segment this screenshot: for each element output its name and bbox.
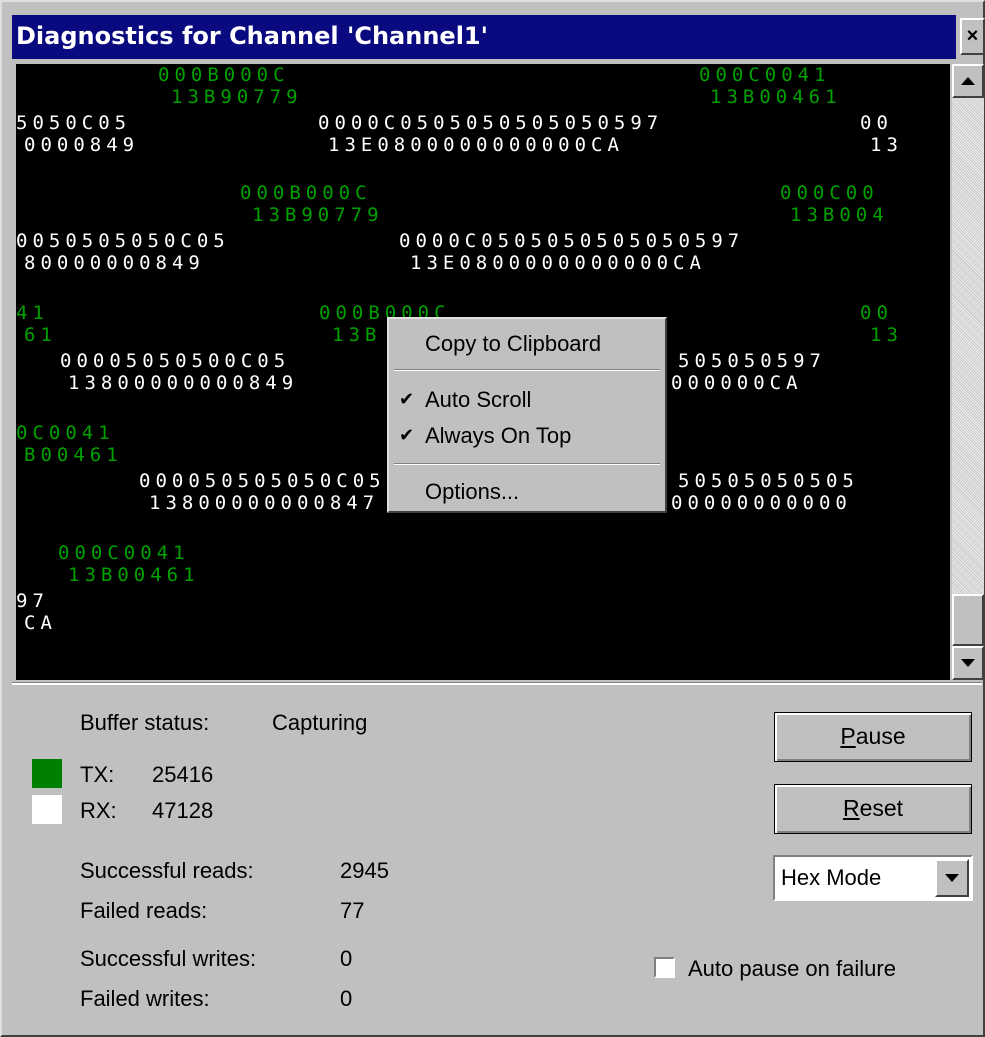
tx-line: 000B000C (240, 182, 372, 204)
menu-separator (394, 369, 660, 371)
rx-line: 13800000000847 (149, 492, 380, 514)
tx-line: 13B00461 (710, 86, 842, 108)
rx-line: 80000000849 (24, 252, 205, 274)
rx-line: 505050597 (678, 350, 826, 372)
rx-line: 97 (16, 590, 49, 612)
failed-writes-value: 0 (340, 986, 353, 1011)
auto-pause-label[interactable]: Auto pause on failure (688, 956, 896, 982)
buffer-status-value: Capturing (272, 710, 368, 735)
tx-line: 0C0041 (16, 422, 115, 444)
pause-accel: P (840, 723, 856, 749)
display-mode-select[interactable]: Hex Mode (773, 855, 973, 901)
rx-line: 13E0800000000000CA (328, 134, 624, 156)
tx-line: 61 (24, 324, 57, 346)
menu-item-auto-scroll[interactable]: Auto Scroll (425, 387, 531, 413)
tx-line: 13B (332, 324, 382, 346)
menu-separator (394, 463, 660, 465)
tx-line: 000C00 (780, 182, 879, 204)
rx-line: 13800000000849 (68, 372, 299, 394)
tx-line: 13B90779 (171, 86, 303, 108)
menu-item-options[interactable]: Options... (425, 479, 519, 505)
window-title: Diagnostics for Channel 'Channel1' (16, 22, 488, 50)
display-mode-value: Hex Mode (781, 865, 882, 890)
rx-line: 0050505050C05 (16, 230, 230, 252)
title-bar[interactable]: Diagnostics for Channel 'Channel1' (12, 15, 956, 59)
tx-line: 13B00461 (68, 564, 200, 586)
panel-divider (12, 682, 982, 685)
buffer-status-label: Buffer status: (80, 710, 210, 735)
rx-line: 0000C0505050505050597 (318, 112, 664, 134)
scroll-thumb[interactable] (952, 594, 984, 646)
tx-count: 25416 (152, 762, 214, 787)
reset-label: eset (859, 795, 904, 821)
tx-label: TX: (80, 762, 115, 787)
vertical-scrollbar[interactable] (952, 64, 984, 680)
successful-writes-label: Successful writes: (80, 946, 257, 971)
rx-line: 0000C0505050505050597 (399, 230, 745, 252)
rx-line: 13E0800000000000CA (410, 252, 706, 274)
dropdown-button[interactable] (935, 859, 969, 897)
scroll-down-button[interactable] (952, 646, 984, 680)
check-icon: ✔ (399, 425, 415, 445)
scroll-up-button[interactable] (952, 64, 984, 98)
failed-reads-value: 77 (340, 898, 365, 923)
menu-item-copy-to-clipboard[interactable]: Copy to Clipboard (425, 331, 601, 357)
rx-line: 00000000000 (671, 492, 852, 514)
rx-label: RX: (80, 798, 117, 823)
tx-line: 000C0041 (699, 64, 831, 86)
reset-accel: R (842, 795, 860, 821)
arrow-up-icon (961, 77, 975, 85)
tx-line: 13B90779 (252, 204, 384, 226)
menu-item-always-on-top[interactable]: Always On Top (425, 423, 571, 449)
rx-line: 000000CA (671, 372, 803, 394)
reset-button[interactable]: Reset (774, 784, 972, 834)
context-menu: Copy to Clipboard ✔ Auto Scroll ✔ Always… (387, 317, 667, 513)
close-icon: × (966, 25, 979, 47)
rx-line: 5050C05 (16, 112, 132, 134)
pause-label: ause (855, 723, 906, 749)
tx-line: 000C0041 (58, 542, 190, 564)
tx-color-swatch (32, 759, 62, 788)
failed-reads-label: Failed reads: (80, 898, 208, 923)
arrow-down-icon (961, 659, 975, 667)
close-button[interactable]: × (960, 18, 985, 55)
rx-line: 0000849 (24, 134, 140, 156)
successful-writes-value: 0 (340, 946, 353, 971)
failed-writes-label: Failed writes: (80, 986, 210, 1011)
tx-line: 13B004 (790, 204, 889, 226)
diagnostics-window: Diagnostics for Channel 'Channel1' × 000… (0, 0, 985, 1037)
rx-color-swatch (32, 795, 62, 824)
rx-line: 00005050500C05 (60, 350, 291, 372)
rx-line: 13 (870, 134, 903, 156)
tx-line: 41 (16, 302, 49, 324)
rx-line: 00 (860, 112, 893, 134)
tx-line: B00461 (24, 444, 123, 466)
pause-button[interactable]: Pause (774, 712, 972, 762)
successful-reads-label: Successful reads: (80, 858, 254, 883)
rx-line: 000050505050C05 (139, 470, 386, 492)
tx-line: 000B000C (158, 64, 290, 86)
tx-line: 00 (860, 302, 893, 324)
check-icon: ✔ (399, 389, 415, 409)
tx-line: 13 (870, 324, 903, 346)
chevron-down-icon (945, 874, 959, 882)
rx-line: 50505050505 (678, 470, 859, 492)
rx-line: CA (24, 612, 57, 634)
successful-reads-value: 2945 (340, 858, 389, 883)
auto-pause-checkbox[interactable] (654, 957, 675, 978)
rx-count: 47128 (152, 798, 214, 823)
